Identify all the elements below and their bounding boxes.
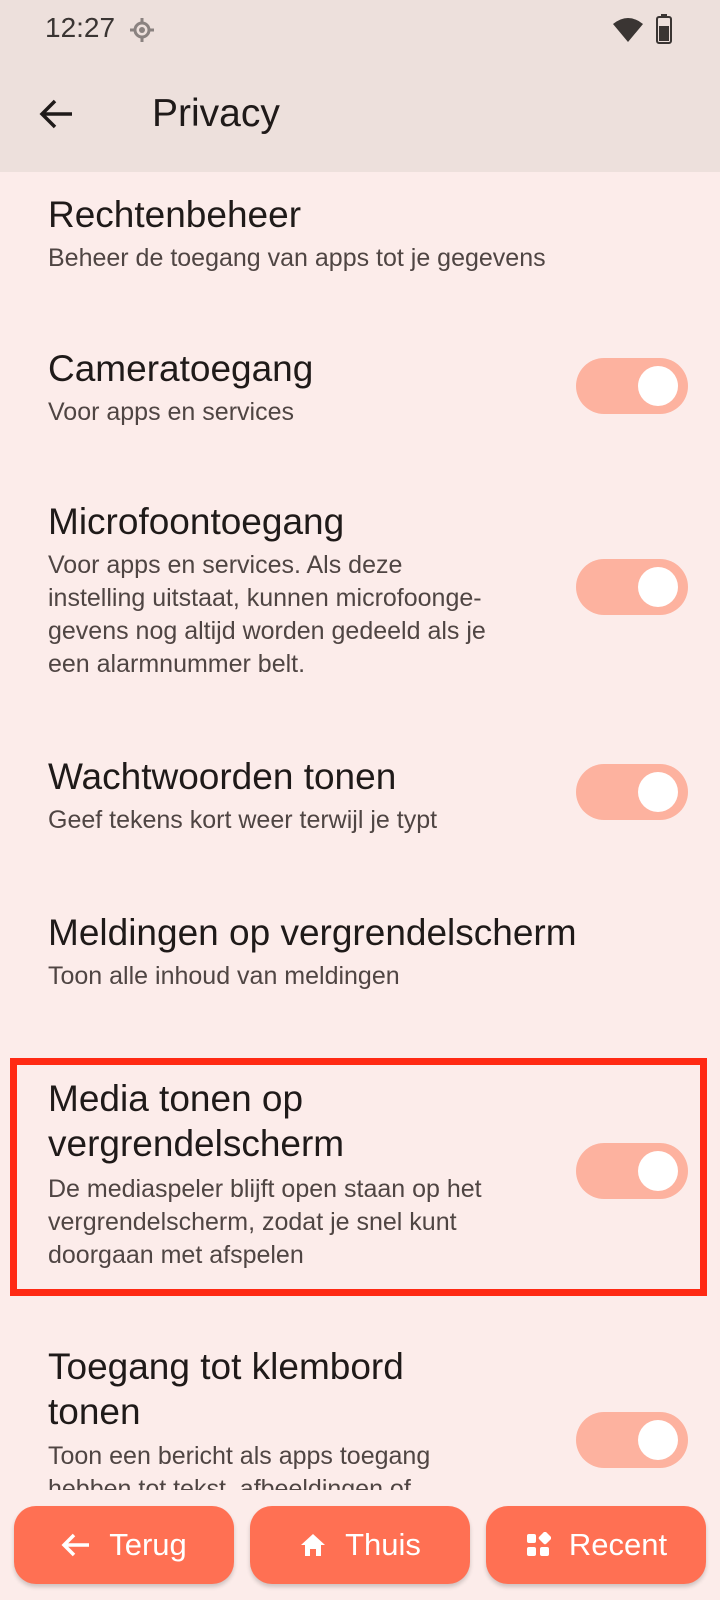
- app-bar: Privacy: [0, 60, 720, 172]
- setting-subtitle-line: een alarmnummer belt.: [48, 650, 306, 678]
- back-button-label: Terug: [109, 1527, 187, 1562]
- setting-subtitle-line: instelling uitstaat, kunnen microfoonge-: [48, 584, 482, 612]
- clipboard-access-toggle[interactable]: [576, 1412, 688, 1468]
- bottom-navigation: Terug Thuis Recent: [0, 1490, 720, 1600]
- setting-title: Wachtwoorden tonen: [48, 756, 397, 797]
- setting-subtitle-line: Voor apps en services. Als deze: [48, 551, 403, 579]
- setting-show-passwords[interactable]: Wachtwoorden tonen Geef tekens kort weer…: [0, 754, 720, 864]
- setting-lockscreen-notifications[interactable]: Meldingen op vergrendelscherm Toon alle …: [0, 910, 720, 1020]
- recent-button[interactable]: Recent: [486, 1506, 706, 1584]
- arrow-left-icon: [61, 1533, 90, 1557]
- setting-subtitle: Voor apps en services: [48, 398, 294, 426]
- setting-title-line: tonen: [48, 1391, 141, 1432]
- microphone-access-toggle[interactable]: [576, 559, 688, 615]
- highlight-box: [10, 1058, 707, 1296]
- show-passwords-toggle[interactable]: [576, 764, 688, 820]
- setting-subtitle-line: gevens nog altijd worden gedeeld als je: [48, 617, 486, 645]
- setting-subtitle: Beheer de toegang van apps tot je gegeve…: [48, 244, 546, 272]
- battery-icon: [656, 14, 672, 44]
- setting-title-line: Toegang tot klembord: [48, 1346, 404, 1387]
- recent-button-label: Recent: [568, 1527, 668, 1562]
- setting-permission-manager[interactable]: Rechtenbeheer Beheer de toegang van apps…: [0, 192, 720, 312]
- status-bar: 12:27: [0, 0, 720, 60]
- home-icon: [301, 1534, 326, 1556]
- setting-clipboard-access[interactable]: Toegang tot klembord tonen Toon een beri…: [0, 1344, 720, 1490]
- toggle-knob: [638, 1420, 678, 1460]
- setting-subtitle: Geef tekens kort weer terwijl je typt: [48, 806, 438, 834]
- toggle-knob: [638, 366, 678, 406]
- camera-access-toggle[interactable]: [576, 358, 688, 414]
- page-title: Privacy: [152, 92, 280, 135]
- status-time: 12:27: [45, 12, 116, 43]
- setting-title: Microfoontoegang: [48, 501, 345, 542]
- setting-subtitle-line: hebben tot tekst, afbeeldingen of: [48, 1475, 411, 1490]
- toggle-knob: [638, 772, 678, 812]
- setting-subtitle: Toon alle inhoud van meldingen: [48, 962, 400, 990]
- home-button[interactable]: Thuis: [250, 1506, 470, 1584]
- wifi-icon: [613, 18, 643, 42]
- setting-microphone-access[interactable]: Microfoontoegang Voor apps en services. …: [0, 499, 720, 689]
- toggle-knob: [638, 567, 678, 607]
- setting-title: Rechtenbeheer: [48, 194, 302, 235]
- location-icon: [130, 18, 154, 42]
- setting-subtitle-line: Toon een bericht als apps toegang: [48, 1442, 431, 1470]
- setting-title: Meldingen op vergrendelscherm: [48, 912, 577, 953]
- back-arrow-icon[interactable]: [36, 94, 76, 134]
- setting-title: Cameratoegang: [48, 348, 314, 389]
- recent-apps-icon: [526, 1532, 551, 1556]
- setting-camera-access[interactable]: Cameratoegang Voor apps en services: [0, 346, 720, 456]
- back-button[interactable]: Terug: [14, 1506, 234, 1584]
- home-button-label: Thuis: [345, 1527, 421, 1562]
